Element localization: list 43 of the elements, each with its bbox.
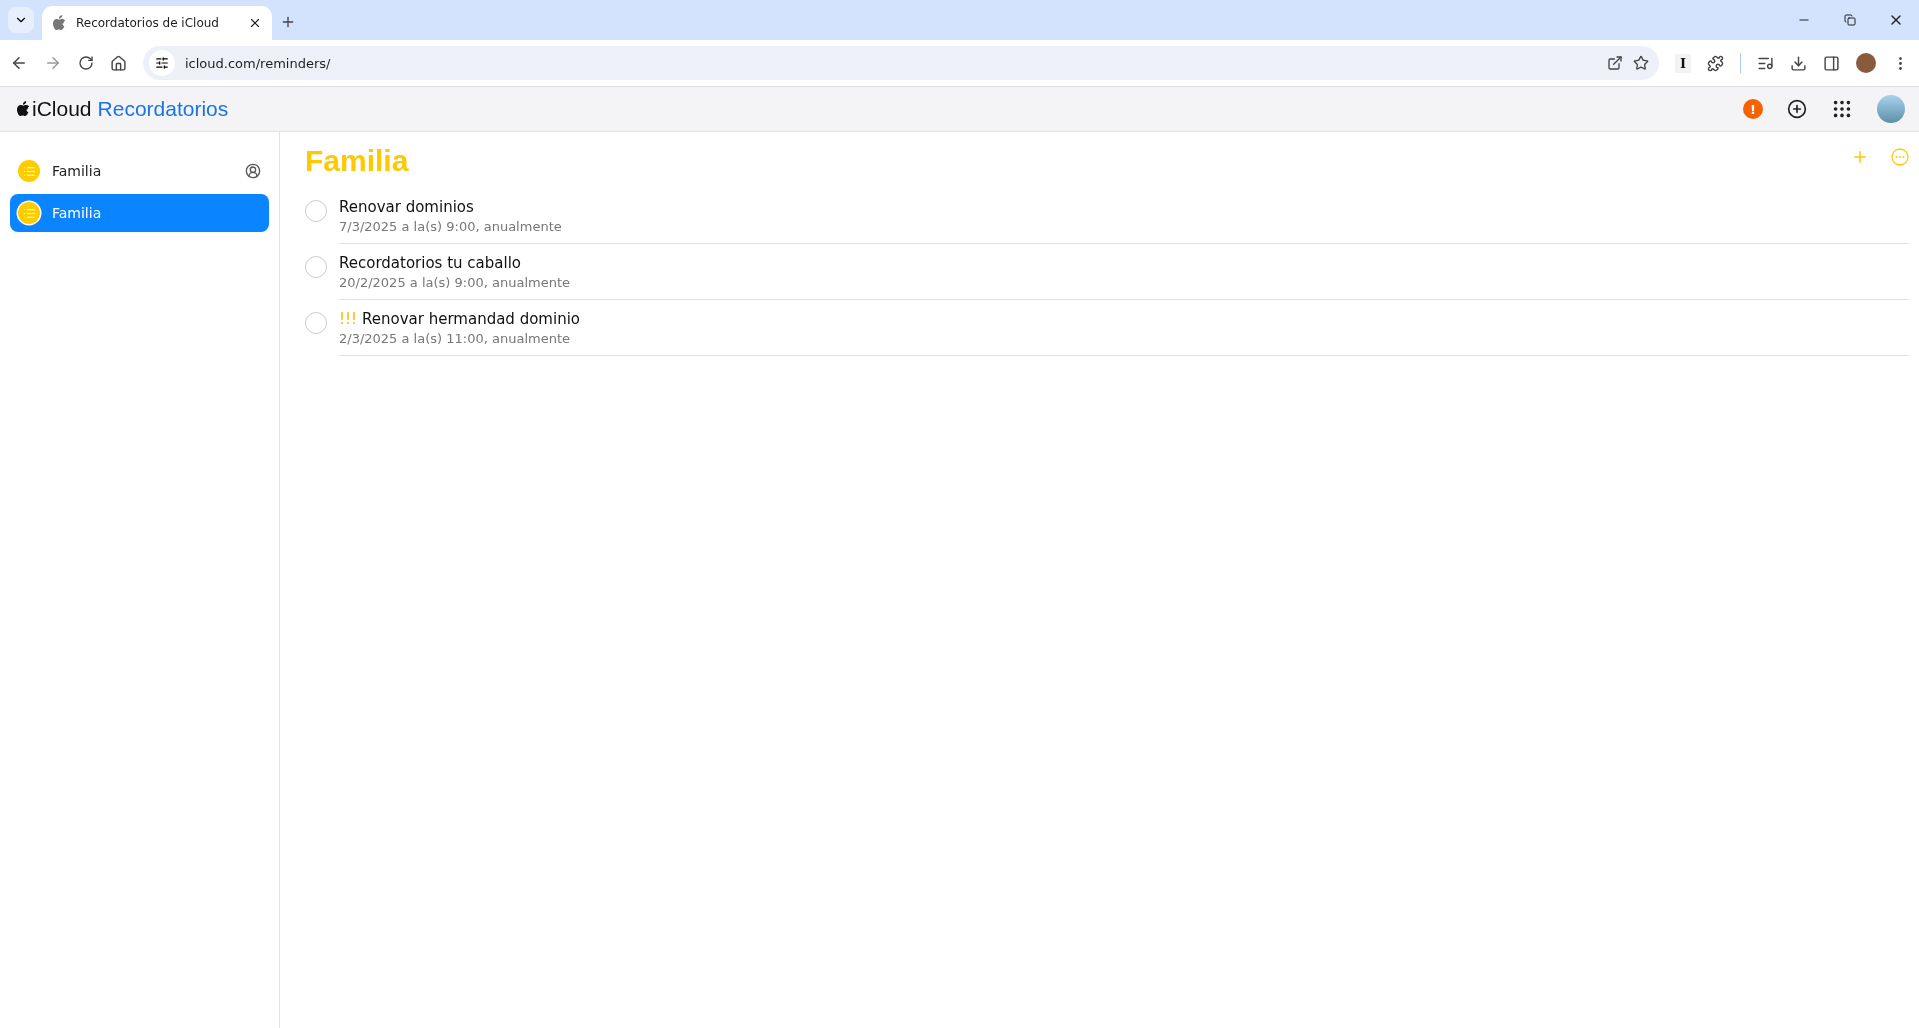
list-icon [18,160,40,182]
list-label: Familia [52,163,103,179]
extensions-puzzle-icon[interactable] [1707,54,1724,72]
address-bar[interactable]: icloud.com/reminders/ [143,46,1659,80]
close-tab-icon[interactable] [248,16,262,30]
priority-marker: !!! [339,310,358,328]
app-name: Recordatorios [97,97,229,121]
download-icon[interactable] [1790,54,1807,72]
side-panel-icon[interactable] [1823,54,1840,72]
account-avatar[interactable] [1877,95,1905,123]
new-tab-icon[interactable] [280,14,296,30]
browser-tab[interactable]: Recordatorios de iCloud [42,6,272,40]
sidebar-item[interactable]: Familia [10,194,269,232]
reminder-title[interactable]: Recordatorios tu caballo [339,254,521,272]
open-external-icon[interactable] [1606,55,1623,71]
tab-title: Recordatorios de iCloud [76,16,220,30]
forward-icon[interactable] [44,54,62,72]
complete-checkbox[interactable] [305,312,327,334]
complete-checkbox[interactable] [305,256,327,278]
list-label: Familia [52,205,103,221]
extension-button[interactable]: I [1674,53,1691,73]
reminder-title[interactable]: Renovar hermandad dominio [362,310,580,328]
reminder-detail: 2/3/2025 a la(s) 11:00, anualmente [339,331,571,346]
add-circle-icon[interactable] [1787,99,1807,119]
apple-logo-icon [16,101,30,117]
site-settings-icon[interactable] [149,50,175,76]
reminder-detail: 7/3/2025 a la(s) 9:00, anualmente [339,219,563,234]
reminder-title[interactable]: Renovar dominios [339,198,474,216]
list-icon [18,202,40,224]
reminder-detail: 20/2/2025 a la(s) 9:00, anualmente [339,275,571,290]
brand-name: iCloud [32,97,92,121]
tab-search-button[interactable] [8,7,34,33]
app-grid-icon[interactable] [1831,98,1853,120]
reload-icon[interactable] [78,55,94,71]
list-title: Familia [305,144,410,178]
home-icon[interactable] [110,54,127,72]
back-icon[interactable] [10,54,28,72]
complete-checkbox[interactable] [305,200,327,222]
url-text: icloud.com/reminders/ [185,55,332,71]
apple-logo-icon [52,15,66,31]
bookmark-star-icon[interactable] [1632,55,1649,71]
sidebar-item[interactable]: Familia [10,152,269,190]
profile-avatar[interactable] [1856,53,1876,73]
